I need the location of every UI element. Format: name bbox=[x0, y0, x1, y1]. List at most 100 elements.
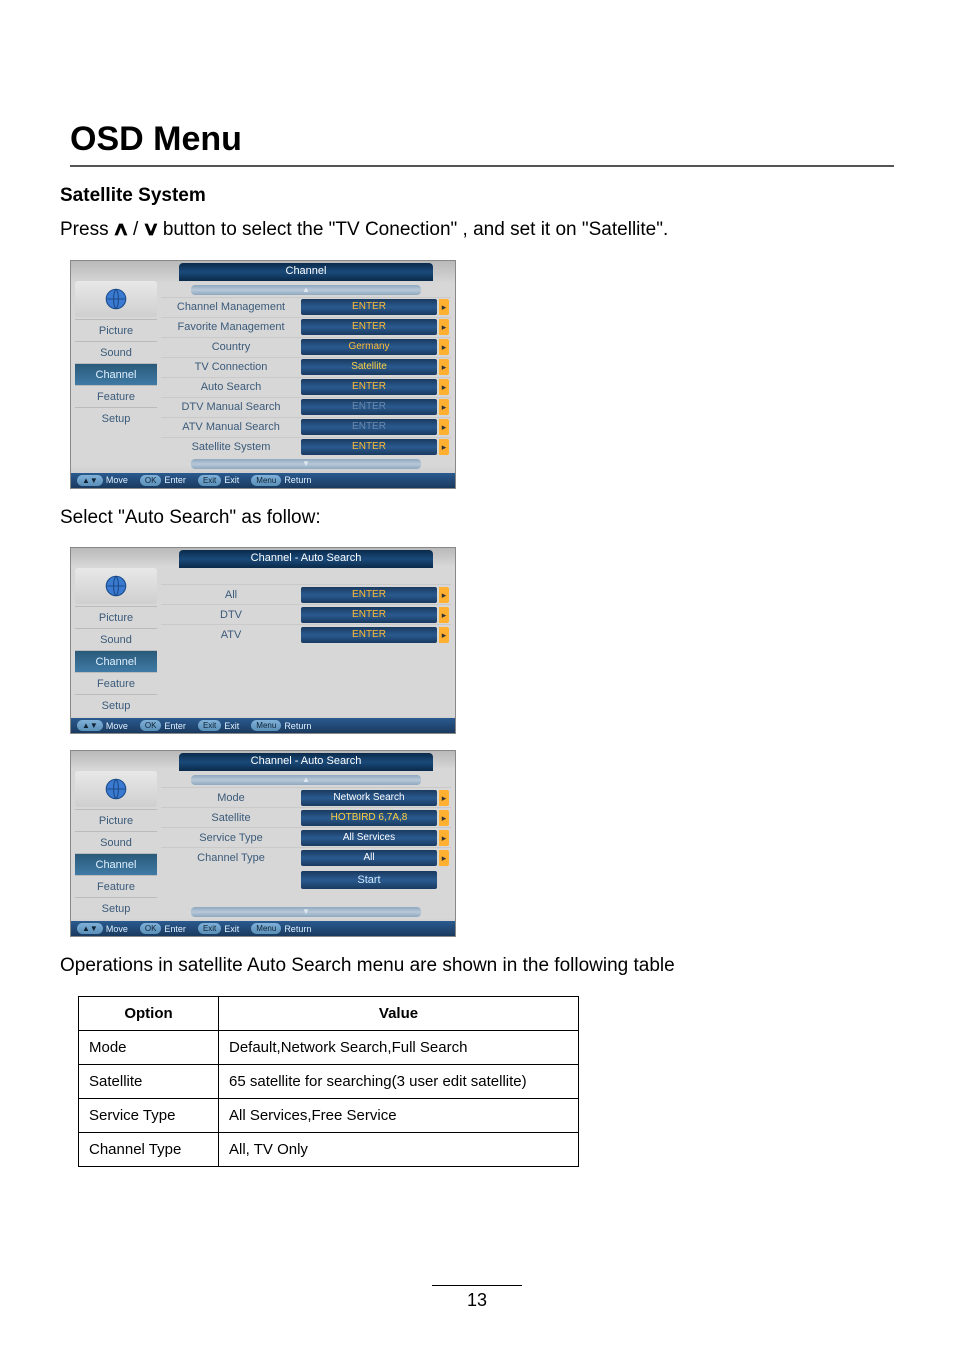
row-label: Auto Search bbox=[161, 381, 301, 393]
return-label: Return bbox=[284, 721, 311, 731]
move-pill: ▲▼ bbox=[77, 923, 103, 934]
row-label: Favorite Management bbox=[161, 321, 301, 333]
sidebar-setup: Setup bbox=[75, 694, 157, 716]
osd-footer: ▲▼Move OKEnter ExitExit MenuReturn bbox=[71, 921, 455, 936]
move-pill: ▲▼ bbox=[77, 720, 103, 731]
row-value: ENTER bbox=[301, 607, 437, 623]
exit-pill: Exit bbox=[198, 720, 221, 731]
arrow-icon: ▸ bbox=[439, 850, 449, 866]
row-label: Channel Type bbox=[161, 852, 301, 864]
exit-pill: Exit bbox=[198, 475, 221, 486]
row-label: Satellite bbox=[161, 812, 301, 824]
row-value: ENTER bbox=[301, 299, 437, 315]
instruction-2: Select "Auto Search" as follow: bbox=[60, 505, 894, 532]
row-value: Satellite bbox=[301, 359, 437, 375]
ok-pill: OK bbox=[140, 923, 162, 934]
move-pill: ▲▼ bbox=[77, 475, 103, 486]
globe-icon bbox=[75, 568, 157, 604]
cell-option: Satellite bbox=[79, 1064, 219, 1098]
sidebar-picture: Picture bbox=[75, 809, 157, 831]
arrow-icon: ▸ bbox=[439, 339, 449, 355]
row-value: ENTER bbox=[301, 419, 437, 435]
row-label: ATV bbox=[161, 629, 301, 641]
row-value: ENTER bbox=[301, 627, 437, 643]
arrow-icon: ▸ bbox=[439, 790, 449, 806]
enter-label: Enter bbox=[164, 924, 186, 934]
sidebar-channel: Channel bbox=[75, 853, 157, 875]
globe-icon bbox=[75, 771, 157, 807]
row-label: All bbox=[161, 589, 301, 601]
row-value: All bbox=[301, 850, 437, 866]
exit-label: Exit bbox=[224, 475, 239, 485]
enter-label: Enter bbox=[164, 721, 186, 731]
scroll-down: ▼ bbox=[191, 907, 421, 917]
cell-value: Default,Network Search,Full Search bbox=[219, 1030, 579, 1064]
osd-sidebar: Picture Sound Channel Feature Setup bbox=[71, 281, 161, 473]
move-label: Move bbox=[106, 924, 128, 934]
instr-prefix: Press bbox=[60, 219, 114, 240]
row-value: ENTER bbox=[301, 379, 437, 395]
table-row: Service TypeAll Services,Free Service bbox=[79, 1098, 579, 1132]
row-label: Channel Management bbox=[161, 301, 301, 313]
return-label: Return bbox=[284, 924, 311, 934]
menu-pill: Menu bbox=[251, 475, 281, 486]
osd-footer: ▲▼Move OKEnter ExitExit MenuReturn bbox=[71, 473, 455, 488]
row-label: TV Connection bbox=[161, 361, 301, 373]
table-row: Satellite65 satellite for searching(3 us… bbox=[79, 1064, 579, 1098]
table-header-option: Option bbox=[79, 996, 219, 1030]
osd-screenshot-channel: Channel Picture Sound Channel Feature Se… bbox=[70, 260, 456, 489]
osd-sidebar: Picture Sound Channel Feature Setup bbox=[71, 568, 161, 718]
row-label: DTV bbox=[161, 609, 301, 621]
osd-screenshot-autosearch2: Channel - Auto Search Picture Sound Chan… bbox=[70, 750, 456, 937]
row-value: Network Search bbox=[301, 790, 437, 806]
arrow-icon: ▸ bbox=[439, 587, 449, 603]
osd1-title: Channel bbox=[179, 263, 433, 281]
arrow-icon: ▸ bbox=[439, 399, 449, 415]
osd3-title: Channel - Auto Search bbox=[179, 753, 433, 771]
row-label: Service Type bbox=[161, 832, 301, 844]
ok-pill: OK bbox=[140, 475, 162, 486]
menu-pill: Menu bbox=[251, 720, 281, 731]
osd-footer: ▲▼Move OKEnter ExitExit MenuReturn bbox=[71, 718, 455, 733]
row-value: ENTER bbox=[301, 399, 437, 415]
row-label: ATV Manual Search bbox=[161, 421, 301, 433]
cell-value: All, TV Only bbox=[219, 1132, 579, 1166]
row-value: Germany bbox=[301, 339, 437, 355]
sidebar-sound: Sound bbox=[75, 628, 157, 650]
sidebar-feature: Feature bbox=[75, 385, 157, 407]
arrow-icon: ▸ bbox=[439, 810, 449, 826]
exit-label: Exit bbox=[224, 924, 239, 934]
arrow-icon: ▸ bbox=[439, 319, 449, 335]
sidebar-picture: Picture bbox=[75, 319, 157, 341]
move-label: Move bbox=[106, 475, 128, 485]
arrow-icon: ▸ bbox=[439, 830, 449, 846]
cell-option: Service Type bbox=[79, 1098, 219, 1132]
osd-screenshot-autosearch1: Channel - Auto Search Picture Sound Chan… bbox=[70, 547, 456, 734]
sidebar-feature: Feature bbox=[75, 875, 157, 897]
row-label: Country bbox=[161, 341, 301, 353]
cell-option: Mode bbox=[79, 1030, 219, 1064]
arrow-icon: ▸ bbox=[439, 379, 449, 395]
table-row: Channel TypeAll, TV Only bbox=[79, 1132, 579, 1166]
ok-pill: OK bbox=[140, 720, 162, 731]
osd2-title: Channel - Auto Search bbox=[179, 550, 433, 568]
options-table: Option Value ModeDefault,Network Search,… bbox=[78, 996, 579, 1167]
arrow-icon: ▸ bbox=[439, 299, 449, 315]
globe-icon bbox=[75, 281, 157, 317]
arrow-icon: ▸ bbox=[439, 359, 449, 375]
start-button: Start bbox=[301, 871, 437, 889]
sidebar-setup: Setup bbox=[75, 407, 157, 429]
section-heading: Satellite System bbox=[60, 185, 894, 207]
cell-value: 65 satellite for searching(3 user edit s… bbox=[219, 1064, 579, 1098]
arrow-icon: ▸ bbox=[439, 607, 449, 623]
row-value: HOTBIRD 6,7A,8 bbox=[301, 810, 437, 826]
sidebar-channel: Channel bbox=[75, 650, 157, 672]
row-value: ENTER bbox=[301, 587, 437, 603]
osd-sidebar: Picture Sound Channel Feature Setup bbox=[71, 771, 161, 921]
arrow-icon: ▸ bbox=[439, 419, 449, 435]
instruction-3: Operations in satellite Auto Search menu… bbox=[60, 953, 894, 980]
page-title: OSD Menu bbox=[70, 120, 894, 167]
scroll-up: ▲ bbox=[191, 775, 421, 785]
arrow-icon: ▸ bbox=[439, 627, 449, 643]
page-number: 13 bbox=[467, 1290, 487, 1310]
